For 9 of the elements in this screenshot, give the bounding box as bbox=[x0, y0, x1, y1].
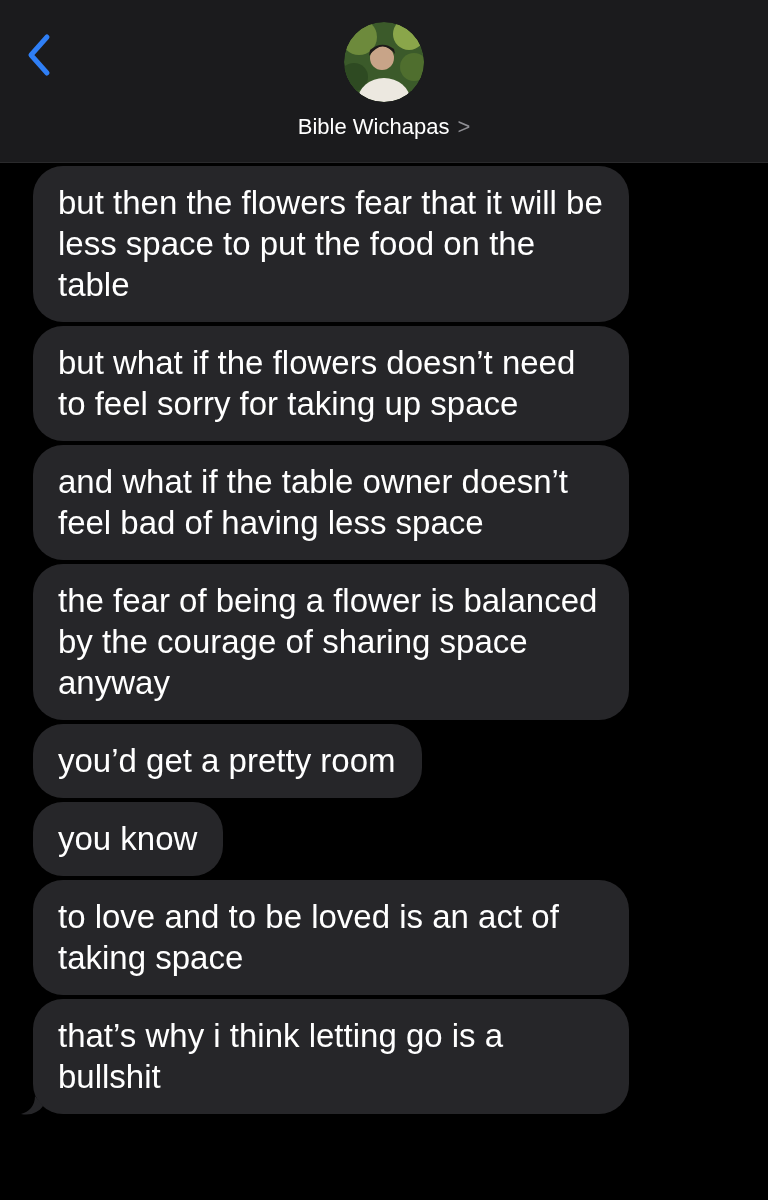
message-bubble: the fear of being a flower is balanced by the courage of sharing space anyway bbox=[33, 564, 629, 720]
message-bubble: but what if the flowers doesn’t need to feel sorry for taking up space bbox=[33, 326, 629, 441]
contact-name[interactable]: Bible Wichapas > bbox=[297, 114, 471, 140]
message-bubble: but then the flowers fear that it will be less space to put the food on the table bbox=[33, 166, 629, 322]
message-bubble: you’d get a pretty room bbox=[33, 724, 422, 798]
message-bubble: to love and to be loved is an act of taking space bbox=[33, 880, 629, 995]
message-bubble: and what if the table owner doesn’t feel bad of having less space bbox=[33, 445, 629, 560]
back-icon[interactable] bbox=[27, 33, 51, 77]
message-bubble: you know bbox=[33, 802, 224, 876]
